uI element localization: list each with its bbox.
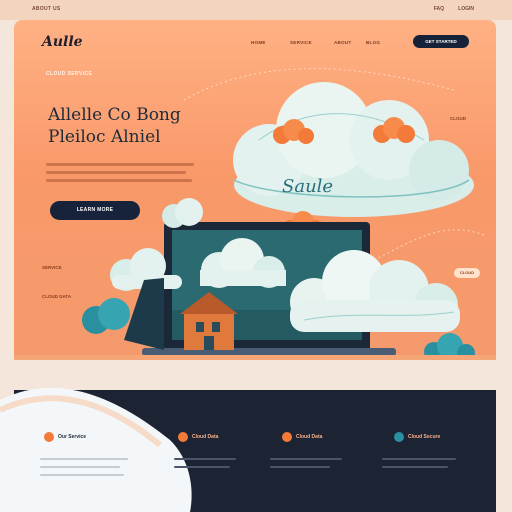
orange-dot-icon [282, 432, 292, 442]
feature-title: Cloud Secure [408, 434, 441, 440]
landing-page: ABOUT US FAQ LOGIN Aulle HOME SERVICE AB… [0, 0, 512, 512]
hero-section: Aulle HOME SERVICE ABOUT BLOG GET STARTE… [14, 20, 496, 360]
cloud-illustration: Saule [14, 68, 496, 360]
orange-dot-icon [44, 432, 54, 442]
login-link[interactable]: LOGIN [458, 6, 474, 12]
about-link[interactable]: ABOUT US [32, 6, 61, 12]
feature-title: Our Service [58, 434, 87, 440]
top-utility-bar: ABOUT US FAQ LOGIN [0, 0, 512, 20]
teal-dot-icon [394, 432, 404, 442]
big-cloud [233, 82, 474, 217]
orange-dot-icon [178, 432, 188, 442]
faq-link[interactable]: FAQ [434, 6, 444, 12]
feature-title: Cloud Data [192, 434, 219, 440]
cloud-script-text: Saule [282, 176, 333, 197]
